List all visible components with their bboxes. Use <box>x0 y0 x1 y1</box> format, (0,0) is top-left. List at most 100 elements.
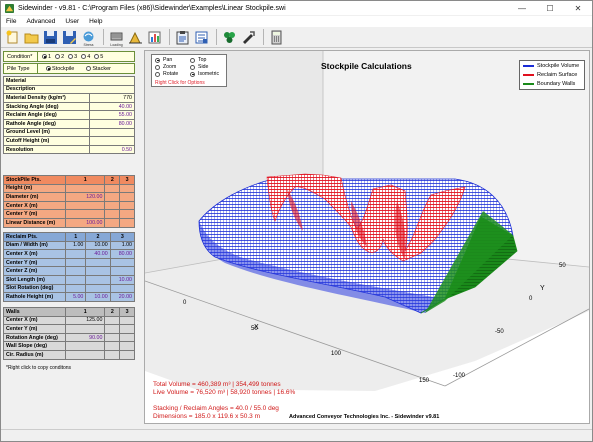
material-row-value[interactable]: 80.00 <box>89 118 135 129</box>
walls-cell[interactable] <box>104 324 121 334</box>
view-option-rotate[interactable]: Rotate <box>155 71 178 77</box>
walls-cell[interactable] <box>64 349 106 360</box>
walls-cell[interactable] <box>104 315 121 326</box>
open-button[interactable] <box>23 29 40 46</box>
stockpile-3d-view[interactable]: 0 50 X 100 150 50 0 Y -50 -100 <box>145 51 589 423</box>
walls-cell[interactable] <box>64 341 106 351</box>
reclaim-cell[interactable] <box>64 266 87 276</box>
close-button[interactable]: ✕ <box>564 1 592 15</box>
walls-cell[interactable] <box>104 332 121 343</box>
walls-cell[interactable]: 90.00 <box>64 332 106 343</box>
stockpile-cell[interactable] <box>104 209 121 219</box>
walls-cell[interactable] <box>104 341 121 351</box>
reclaim-cell[interactable]: 5.00 <box>64 292 87 302</box>
reclaim-cell[interactable]: 1.00 <box>64 240 87 251</box>
walls-cell[interactable] <box>119 349 135 360</box>
stockpile-cell[interactable] <box>104 217 121 228</box>
stockpile-cell[interactable] <box>64 183 106 194</box>
stress-button[interactable]: Stress <box>80 29 97 47</box>
stockpile-cell[interactable]: 100.00 <box>64 217 106 228</box>
reclaim-cell[interactable]: 10.00 <box>85 292 111 302</box>
reclaim-cell[interactable]: 80.00 <box>109 249 136 259</box>
stockpile-cell[interactable]: 120.00 <box>64 192 106 202</box>
reclaim-cell[interactable] <box>85 274 111 285</box>
reclaim-cell[interactable]: 40.00 <box>85 249 111 259</box>
walls-cell[interactable] <box>119 332 135 343</box>
minimize-button[interactable]: — <box>508 1 536 15</box>
calculator-button[interactable] <box>268 29 285 46</box>
maximize-button[interactable]: ☐ <box>536 1 564 15</box>
properties-button[interactable] <box>193 29 210 46</box>
menu-help[interactable]: Help <box>84 18 107 25</box>
stockpile-cell[interactable] <box>119 183 135 194</box>
stockpile-cell[interactable] <box>119 192 135 202</box>
reclaim-cell[interactable] <box>85 283 111 294</box>
report-icon <box>148 31 161 43</box>
stockpile-cell[interactable] <box>119 217 135 228</box>
condition-option-1[interactable]: 1 <box>42 54 51 60</box>
model-button[interactable] <box>221 29 238 46</box>
material-row-value[interactable]: 55.00 <box>89 110 135 120</box>
material-row-value[interactable]: 770 <box>89 93 135 103</box>
walls-row-label: Rotation Angle (deg) <box>3 332 66 343</box>
menu-advanced[interactable]: Advanced <box>21 18 60 25</box>
view-option-top[interactable]: Top <box>190 57 206 63</box>
reclaim-cell[interactable]: 20.00 <box>109 292 136 302</box>
reclaim-cell[interactable] <box>109 257 136 268</box>
material-row-value[interactable]: 0.50 <box>89 144 135 155</box>
reclaim-cell[interactable] <box>64 249 87 259</box>
pile-type-stockpile[interactable]: Stockpile <box>46 66 74 72</box>
reclaim-cell[interactable]: 10.00 <box>109 274 136 285</box>
stockpile-cell[interactable] <box>64 200 106 211</box>
chart-button[interactable] <box>127 29 144 46</box>
tools-button[interactable] <box>240 29 257 46</box>
condition-option-2[interactable]: 2 <box>55 54 64 60</box>
stockpile-cell[interactable] <box>104 192 121 202</box>
walls-cell[interactable] <box>119 315 135 326</box>
reclaim-cell[interactable] <box>109 283 136 294</box>
material-row-value[interactable] <box>89 127 135 138</box>
material-row-value[interactable] <box>89 136 135 146</box>
stockpile-row: Height (m) <box>3 183 135 194</box>
walls-cell[interactable]: 125.00 <box>64 315 106 326</box>
report-button[interactable] <box>146 29 163 46</box>
reclaim-cell[interactable] <box>85 257 111 268</box>
reclaim-cell[interactable]: 1.00 <box>109 240 136 251</box>
save-as-button[interactable] <box>61 29 78 46</box>
save-as-icon <box>63 30 76 44</box>
menu-file[interactable]: File <box>1 18 21 25</box>
walls-cell[interactable] <box>119 324 135 334</box>
reclaim-cell[interactable] <box>64 257 87 268</box>
clipboard-button[interactable] <box>174 29 191 46</box>
walls-cell[interactable] <box>64 324 106 334</box>
loading-button[interactable]: Loading <box>108 29 125 47</box>
reclaim-header-cell: 2 <box>85 232 111 242</box>
condition-option-3[interactable]: 3 <box>68 54 77 60</box>
save-button[interactable] <box>42 29 59 46</box>
reclaim-cell[interactable]: 10.00 <box>85 240 111 251</box>
reclaim-cell[interactable] <box>109 266 136 276</box>
menu-user[interactable]: User <box>60 18 84 25</box>
view-option-zoom[interactable]: Zoom <box>155 64 176 70</box>
plot-area[interactable]: 0 50 X 100 150 50 0 Y -50 -100 Pan Zoom … <box>144 50 590 424</box>
walls-cell[interactable] <box>104 349 121 360</box>
reclaim-cell[interactable] <box>64 274 87 285</box>
pile-type-stacker[interactable]: Stacker <box>86 66 111 72</box>
stockpile-cell[interactable] <box>104 200 121 211</box>
stockpile-cell[interactable] <box>64 209 106 219</box>
stockpile-cell[interactable] <box>104 183 121 194</box>
view-option-side[interactable]: Side <box>190 64 208 70</box>
stockpile-cell[interactable] <box>119 200 135 211</box>
reclaim-row-label: Center Z (m) <box>3 266 66 276</box>
new-button[interactable] <box>4 29 21 46</box>
menu-bar: File Advanced User Help <box>1 16 592 27</box>
view-option-isometric[interactable]: Isometric <box>190 71 219 77</box>
condition-option-4[interactable]: 4 <box>81 54 90 60</box>
walls-cell[interactable] <box>119 341 135 351</box>
view-option-pan[interactable]: Pan <box>155 57 172 63</box>
reclaim-cell[interactable] <box>64 283 87 294</box>
condition-option-5[interactable]: 5 <box>94 54 103 60</box>
reclaim-cell[interactable] <box>85 266 111 276</box>
stockpile-cell[interactable] <box>119 209 135 219</box>
material-row-value[interactable]: 40.00 <box>89 101 135 112</box>
